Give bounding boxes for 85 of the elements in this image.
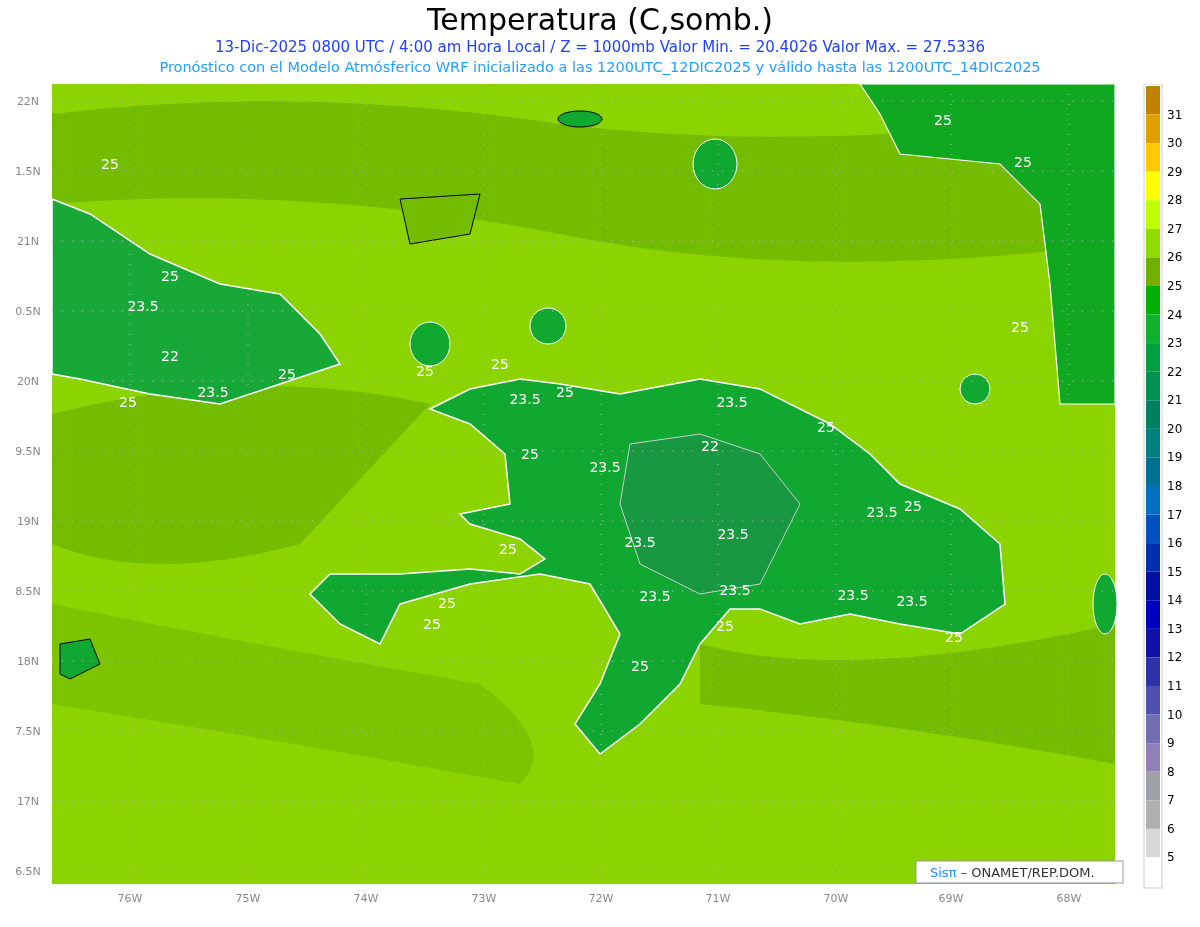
contour-label: 23.5 bbox=[719, 582, 751, 598]
contour-label: 25 bbox=[416, 363, 434, 379]
chart-description: Pronóstico con el Modelo Atmósferico WRF inicializado a las 1200UTC_12DIC2025 y válido hasta las 1200UTC_14DIC2025 bbox=[158, 58, 1042, 77]
latitude-label: 19N bbox=[16, 515, 40, 528]
contour-label: 25 bbox=[1011, 319, 1029, 335]
contour-label: 25 bbox=[119, 394, 137, 410]
latitude-label: 0.5N bbox=[15, 305, 41, 318]
longitude-label: 71W bbox=[705, 892, 731, 905]
colorbar-label: 14 bbox=[1167, 593, 1183, 608]
longitude-label: 75W bbox=[235, 892, 261, 905]
longitude-label: 70W bbox=[823, 892, 849, 905]
colorbar-label: 5 bbox=[1167, 850, 1175, 865]
colorbar-label: 16 bbox=[1167, 536, 1183, 551]
colorbar-label: 26 bbox=[1167, 250, 1183, 265]
contour-label: 25 bbox=[904, 498, 922, 514]
contour-label: 25 bbox=[438, 595, 456, 611]
contour-label: 23.5 bbox=[509, 391, 541, 407]
contour-label: 25 bbox=[817, 419, 835, 435]
latitude-label: 18N bbox=[16, 655, 40, 668]
colorbar-label: 8 bbox=[1167, 764, 1175, 779]
latitude-label: 17N bbox=[16, 795, 40, 808]
colorbar-label: 23 bbox=[1167, 336, 1183, 351]
contour-label: 22 bbox=[161, 348, 179, 364]
chart-subtitle: 13-Dic-2025 0800 UTC / 4:00 am Hora Local / Z = 1000mb Valor Min. = 20.4026 Valor Max. = 27.5336 bbox=[214, 38, 986, 57]
contour-label: 23.5 bbox=[716, 394, 748, 410]
contour-label: 25 bbox=[556, 384, 574, 400]
contour-label: 25 bbox=[945, 629, 963, 645]
colorbar-label: 15 bbox=[1167, 564, 1183, 579]
contour-label: 25 bbox=[499, 541, 517, 557]
colorbar-label: 27 bbox=[1167, 221, 1183, 236]
contour-label: 25 bbox=[278, 366, 296, 382]
credit-text: Sisπ – ONAMET/REP.DOM. bbox=[930, 865, 1095, 880]
contour-label: 25 bbox=[521, 446, 539, 462]
latitude-label: 1.5N bbox=[15, 165, 41, 178]
colorbar-label: 17 bbox=[1167, 507, 1183, 522]
contour-label: 22 bbox=[701, 438, 719, 454]
colorbar-label: 11 bbox=[1167, 679, 1183, 693]
colorbar-label: 24 bbox=[1167, 307, 1183, 322]
colorbar-label: 9 bbox=[1167, 736, 1175, 751]
longitude-label: 68W bbox=[1056, 892, 1082, 905]
contour-label: 23.5 bbox=[589, 459, 621, 475]
latitude-label: 22N bbox=[16, 95, 40, 108]
chart-title: Temperatura (C,somb.) bbox=[426, 1, 774, 38]
colorbar-label: 20 bbox=[1167, 421, 1183, 436]
contour-label: 23.5 bbox=[624, 534, 656, 550]
latitude-label: 9.5N bbox=[15, 445, 41, 458]
longitude-label: 74W bbox=[353, 892, 379, 905]
contour-label: 23.5 bbox=[639, 588, 671, 604]
contour-label: 23.5 bbox=[127, 298, 159, 314]
colorbar-label: 28 bbox=[1167, 193, 1183, 208]
latitude-label: 20N bbox=[16, 375, 40, 388]
contour-label: 25 bbox=[423, 616, 441, 632]
contour-label: 25 bbox=[161, 268, 179, 284]
contour-label: 23.5 bbox=[717, 526, 749, 542]
longitude-label: 73W bbox=[471, 892, 497, 905]
contour-label: 25 bbox=[1014, 154, 1032, 170]
colorbar-label: 12 bbox=[1167, 650, 1183, 665]
contour-label: 23.5 bbox=[866, 504, 898, 520]
colorbar-label: 18 bbox=[1167, 479, 1183, 493]
contour-label: 25 bbox=[934, 112, 952, 128]
contour-label: 25 bbox=[101, 156, 119, 172]
latitude-label: 21N bbox=[16, 235, 40, 248]
colorbar-label: 13 bbox=[1167, 621, 1183, 636]
contour-label: 25 bbox=[716, 618, 734, 634]
colorbar-label: 6 bbox=[1167, 821, 1175, 836]
longitude-label: 76W bbox=[117, 892, 143, 905]
colorbar-label: 22 bbox=[1167, 364, 1183, 379]
contour-label: 25 bbox=[631, 658, 649, 674]
latitude-label: 8.5N bbox=[15, 585, 41, 598]
contour-label: 23.5 bbox=[837, 587, 869, 603]
latitude-label: 7.5N bbox=[15, 725, 41, 738]
latitude-label: 6.5N bbox=[15, 865, 41, 878]
longitude-label: 69W bbox=[938, 892, 964, 905]
colorbar-label: 10 bbox=[1167, 707, 1183, 722]
colorbar-label: 29 bbox=[1167, 164, 1183, 179]
contour-label: 23.5 bbox=[896, 593, 928, 609]
colorbar-label: 30 bbox=[1167, 136, 1183, 151]
colorbar-label: 21 bbox=[1167, 393, 1183, 408]
contour-label: 25 bbox=[491, 356, 509, 372]
colorbar-label: 19 bbox=[1167, 450, 1183, 465]
contour-label: 23.5 bbox=[197, 384, 229, 400]
colorbar-label: 31 bbox=[1167, 107, 1183, 122]
longitude-label: 72W bbox=[588, 892, 614, 905]
colorbar-label: 7 bbox=[1167, 793, 1175, 808]
colorbar-label: 25 bbox=[1167, 279, 1183, 293]
